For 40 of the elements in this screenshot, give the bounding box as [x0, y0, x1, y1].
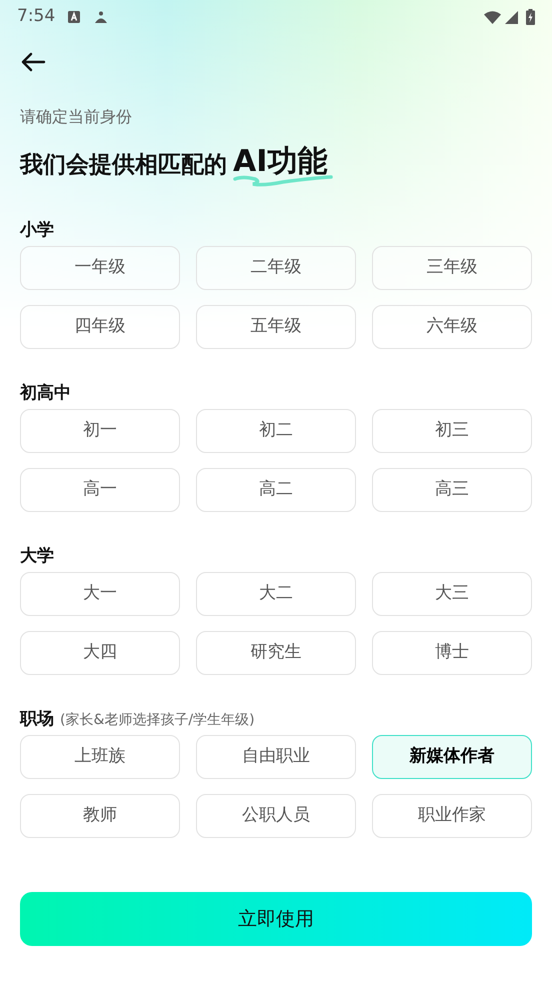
option-button[interactable]: 一年级	[20, 246, 180, 290]
option-button[interactable]: 研究生	[196, 631, 356, 675]
option-button[interactable]: 三年级	[372, 246, 532, 290]
option-button[interactable]: 高二	[196, 468, 356, 512]
section-title: 小学	[20, 219, 54, 242]
keyboard-notification-icon	[68, 11, 80, 23]
wifi-icon	[484, 10, 501, 24]
option-button[interactable]: 初二	[196, 409, 356, 453]
section-note: (家长&老师选择孩子/学生年级)	[60, 711, 255, 730]
option-button[interactable]: 教师	[20, 794, 180, 838]
option-button[interactable]: 大二	[196, 572, 356, 616]
option-button[interactable]: 高三	[372, 468, 532, 512]
option-button[interactable]: 公职人员	[196, 794, 356, 838]
section-title: 职场	[20, 708, 54, 731]
option-button[interactable]: 自由职业	[196, 735, 356, 779]
back-arrow-icon[interactable]	[20, 52, 46, 72]
page-title-highlight: AI功能	[233, 144, 328, 179]
option-button[interactable]: 四年级	[20, 305, 180, 349]
option-button[interactable]: 初三	[372, 409, 532, 453]
option-button[interactable]: 大四	[20, 631, 180, 675]
option-button[interactable]: 高一	[20, 468, 180, 512]
page-title: 我们会提供相匹配的	[20, 151, 227, 180]
option-button[interactable]: 二年级	[196, 246, 356, 290]
signal-icon	[505, 10, 518, 24]
option-button[interactable]: 大一	[20, 572, 180, 616]
option-button[interactable]: 博士	[372, 631, 532, 675]
option-button[interactable]: 上班族	[20, 735, 180, 779]
status-time: 7:54	[17, 5, 56, 28]
option-button[interactable]: 大三	[372, 572, 532, 616]
submit-button[interactable]: 立即使用	[20, 892, 532, 946]
battery-icon	[526, 9, 535, 25]
section-title: 大学	[20, 545, 54, 568]
option-button[interactable]: 新媒体作者	[372, 735, 532, 779]
option-button[interactable]: 五年级	[196, 305, 356, 349]
option-button[interactable]: 职业作家	[372, 794, 532, 838]
section-title: 初高中	[20, 382, 71, 405]
option-button[interactable]: 初一	[20, 409, 180, 453]
option-button[interactable]: 六年级	[372, 305, 532, 349]
subtitle: 请确定当前身份	[20, 106, 133, 128]
squiggle-underline-icon	[233, 174, 335, 188]
